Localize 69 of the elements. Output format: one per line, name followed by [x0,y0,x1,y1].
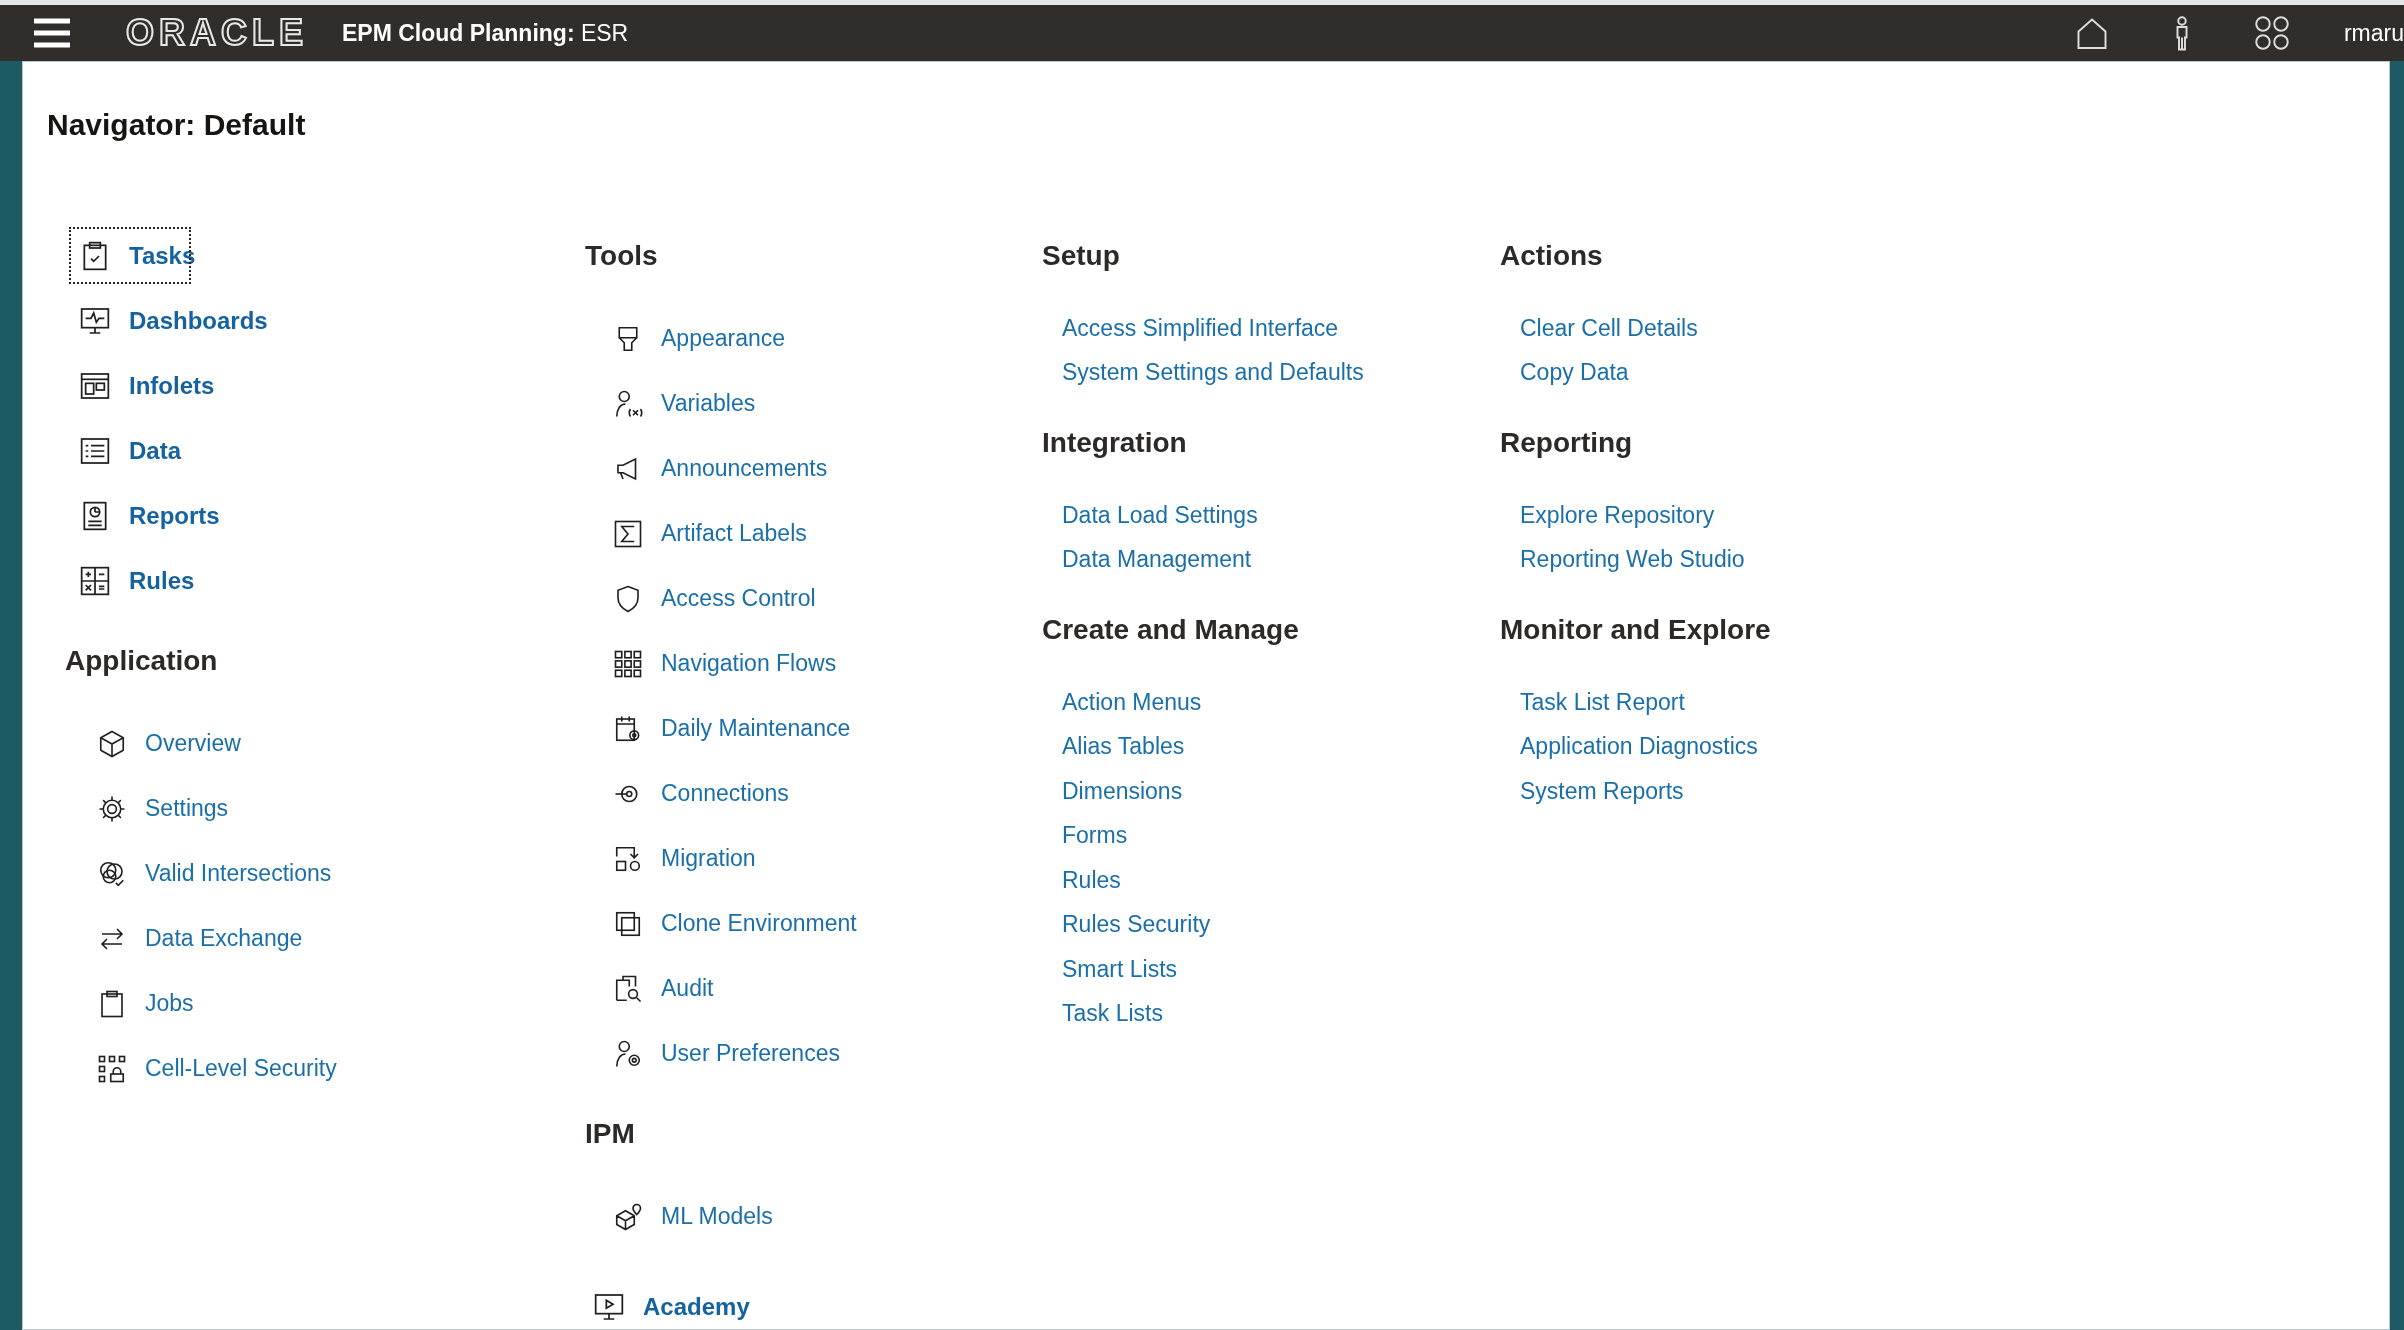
logo-text: ORACLE [126,12,308,54]
nav-link[interactable]: Tasks [65,223,196,288]
nav-link[interactable]: Academy [585,1274,750,1330]
nav-link[interactable]: Audit [585,956,714,1021]
section-heading: Setup [1042,239,1121,273]
section-heading: Actions [1500,239,1604,273]
nav-link[interactable]: Data [65,418,182,483]
nav-link[interactable]: Announcements [585,436,828,501]
nav-link[interactable]: Task List Report [1500,680,1685,725]
nav-link[interactable]: Rules Security [1042,902,1211,947]
nav-link[interactable]: Dimensions [1042,769,1183,814]
section-heading: Application [65,644,219,678]
grid-icon [613,648,643,679]
nav-link[interactable]: Rules [1042,858,1121,903]
section-heading: Create and Manage [1042,613,1300,647]
section-heading: Integration [1042,426,1188,460]
nav-link[interactable]: Reports [65,483,220,548]
nav-link[interactable]: Copy Data [1500,350,1629,395]
app-title: EPM Cloud Planning: ESR [342,19,629,47]
nav-link[interactable]: Artifact Labels [585,501,807,566]
nav-link[interactable]: Rules [65,548,195,613]
menu-icon[interactable] [34,18,70,48]
person-variable-icon [613,388,643,419]
nav-link[interactable]: Appearance [585,306,786,371]
nav-link[interactable]: Access Control [585,566,816,631]
nav-link[interactable]: Access Simplified Interface [1042,306,1339,351]
nav-link[interactable]: Dashboards [65,288,268,353]
nav-link[interactable]: Variables [585,371,756,436]
navigator-title: Navigator: Default [47,107,307,143]
nav-link[interactable]: Overview [65,711,241,776]
cube-icon [97,728,127,759]
nav-link[interactable]: Explore Repository [1500,493,1715,538]
nav-link[interactable]: Forms [1042,813,1128,858]
section-heading: Reporting [1500,426,1634,460]
nav-link[interactable]: Data Exchange [65,906,303,971]
nav-link[interactable]: Data Load Settings [1042,493,1258,538]
nav-link[interactable]: Application Diagnostics [1500,724,1758,769]
section-heading: Tools [585,239,659,273]
nav-link[interactable]: ML Models [585,1184,773,1249]
apps-icon[interactable] [2253,15,2290,51]
nav-link[interactable]: Reporting Web Studio [1500,537,1745,582]
nav-link[interactable]: Jobs [65,971,194,1036]
nav-link[interactable]: Connections [585,761,789,826]
nav-link[interactable]: Migration [585,826,756,891]
nav-link[interactable]: Cell-Level Security [65,1036,337,1101]
nav-link[interactable]: Valid Intersections [65,841,332,906]
cube-pin-icon [613,1201,643,1232]
nav-link[interactable]: Navigation Flows [585,631,837,696]
user-name[interactable]: rmaru [2343,19,2404,47]
grid-lock-icon [97,1053,127,1084]
nav-link[interactable]: Data Management [1042,537,1252,582]
sigma-icon [613,518,643,549]
nav-link[interactable]: System Settings and Defaults [1042,350,1364,395]
nav-link[interactable]: System Reports [1500,769,1684,814]
nav-link[interactable]: Task Lists [1042,991,1163,1036]
nav-link[interactable]: Clear Cell Details [1500,306,1698,351]
nav-link[interactable]: Action Menus [1042,680,1202,725]
nav-link[interactable]: Smart Lists [1042,947,1178,992]
nav-link[interactable]: Infolets [65,353,215,418]
person-gear-icon [613,1038,643,1069]
building-search-icon [613,973,643,1004]
nav-link[interactable]: Settings [65,776,229,841]
nav-link[interactable]: Clone Environment [585,891,857,956]
calculator-icon [79,564,111,597]
nav-link[interactable]: Daily Maintenance [585,696,851,761]
nav-link[interactable]: User Preferences [585,1021,840,1086]
nav-link[interactable]: Alias Tables [1042,724,1185,769]
section-heading: IPM [585,1117,636,1151]
section-heading: Monitor and Explore [1500,613,1772,647]
